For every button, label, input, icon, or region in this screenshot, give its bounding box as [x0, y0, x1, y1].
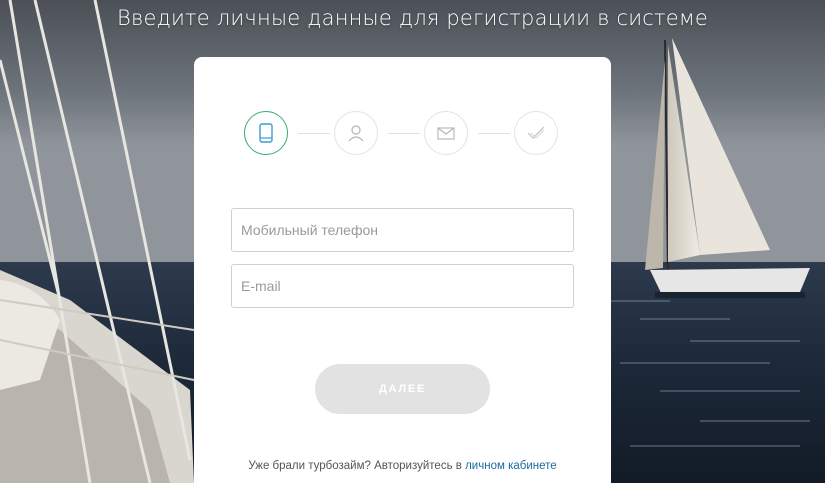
checkmark-icon — [527, 126, 545, 139]
login-prompt: Уже брали турбозайм? Авторизуйтесь в лич… — [194, 460, 611, 472]
step-confirm — [514, 111, 558, 155]
envelope-icon — [437, 126, 455, 140]
step-email — [424, 111, 468, 155]
step-connector — [388, 133, 420, 134]
step-personal — [334, 111, 378, 155]
step-connector — [478, 133, 510, 134]
user-icon — [348, 125, 364, 142]
email-input[interactable] — [231, 264, 574, 308]
personal-account-link[interactable]: личном кабинете — [465, 460, 557, 472]
registration-card: ДАЛЕЕ Уже брали турбозайм? Авторизуйтесь… — [194, 57, 611, 497]
login-prompt-text: Уже брали турбозайм? Авторизуйтесь в — [248, 460, 462, 472]
step-phone — [244, 111, 288, 155]
registration-steps — [242, 111, 562, 159]
step-connector — [298, 133, 330, 134]
phone-input[interactable] — [231, 208, 574, 252]
next-button[interactable]: ДАЛЕЕ — [315, 364, 490, 414]
phone-icon — [259, 123, 273, 143]
page-title: Введите личные данные для регистрации в … — [117, 6, 708, 30]
